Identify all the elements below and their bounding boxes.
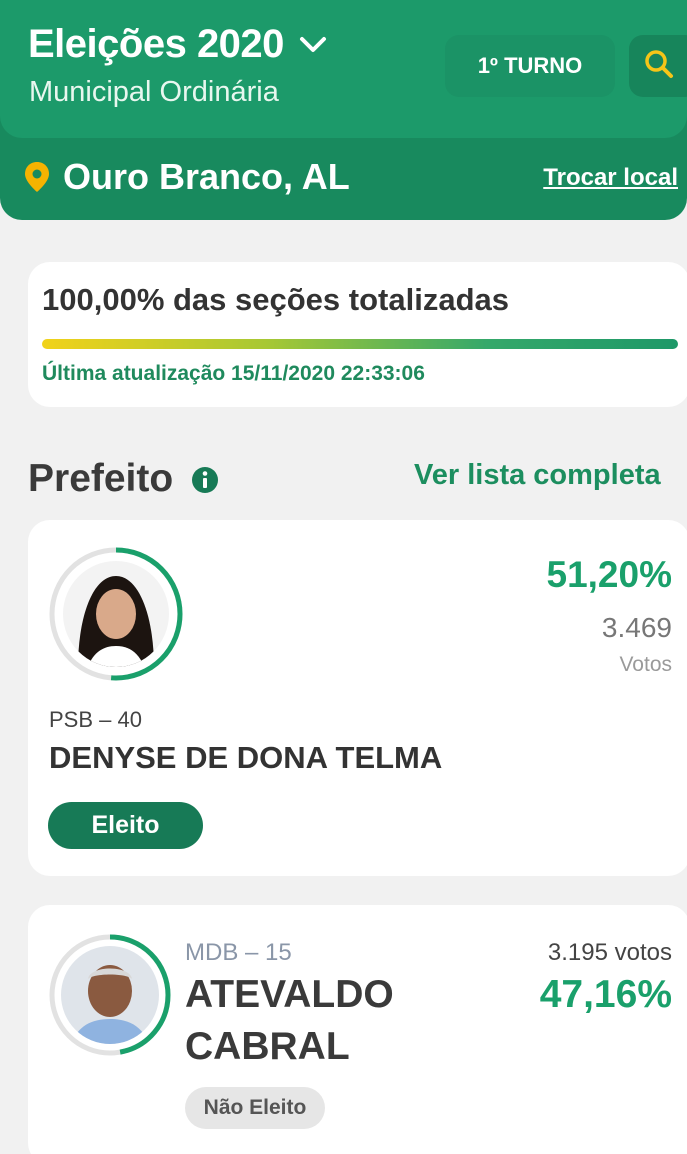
see-full-list-link[interactable]: Ver lista completa bbox=[414, 459, 661, 492]
candidate-avatar bbox=[48, 546, 184, 687]
candidate-avatar bbox=[48, 933, 172, 1062]
turno-button[interactable]: 1º TURNO bbox=[445, 35, 615, 97]
search-icon bbox=[643, 48, 675, 85]
app-header: Eleições 2020 Municipal Ordinária 1º TUR… bbox=[0, 0, 687, 220]
candidate-votes: 3.469 bbox=[601, 612, 672, 643]
election-selector[interactable]: Eleições 2020 bbox=[28, 22, 328, 67]
last-update-text: Última atualização 15/11/2020 22:33:06 bbox=[42, 362, 425, 385]
location-row: Ouro Branco, AL bbox=[24, 156, 350, 198]
totalization-card: 100,00% das seções totalizadas Última at… bbox=[28, 262, 687, 407]
map-pin-icon bbox=[24, 161, 50, 193]
info-icon[interactable] bbox=[191, 460, 219, 504]
search-button[interactable] bbox=[629, 35, 687, 97]
candidate-card[interactable]: MDB – 15 ATEVALDO CABRAL 3.195 votos 47,… bbox=[28, 905, 687, 1154]
candidate-name-line-1: ATEVALDO bbox=[185, 973, 394, 1016]
candidate-card[interactable]: 51,20% 3.469 Votos PSB – 40 DENYSE DE DO… bbox=[28, 520, 687, 876]
candidate-percent: 47,16% bbox=[539, 973, 672, 1016]
location-name: Ouro Branco, AL bbox=[63, 156, 350, 197]
elected-badge: Eleito bbox=[48, 802, 203, 849]
candidate-percent: 51,20% bbox=[546, 554, 673, 595]
chevron-down-icon bbox=[298, 30, 328, 60]
not-elected-badge: Não Eleito bbox=[185, 1087, 325, 1129]
section-header: Prefeito bbox=[28, 454, 219, 504]
candidate-votes: 3.195 votos bbox=[547, 939, 672, 966]
election-title: Eleições 2020 bbox=[28, 22, 284, 66]
candidate-party: PSB – 40 bbox=[49, 707, 142, 732]
totalization-progress-bar bbox=[42, 339, 678, 349]
section-title: Prefeito bbox=[28, 457, 174, 500]
election-subtitle: Municipal Ordinária bbox=[29, 76, 279, 108]
candidate-name-line-2: CABRAL bbox=[185, 1025, 350, 1068]
votes-label: Votos bbox=[619, 653, 672, 676]
candidate-name: DENYSE DE DONA TELMA bbox=[49, 740, 443, 775]
change-location-link[interactable]: Trocar local bbox=[543, 164, 678, 192]
candidate-party: MDB – 15 bbox=[185, 939, 292, 966]
totalization-title: 100,00% das seções totalizadas bbox=[42, 282, 509, 317]
